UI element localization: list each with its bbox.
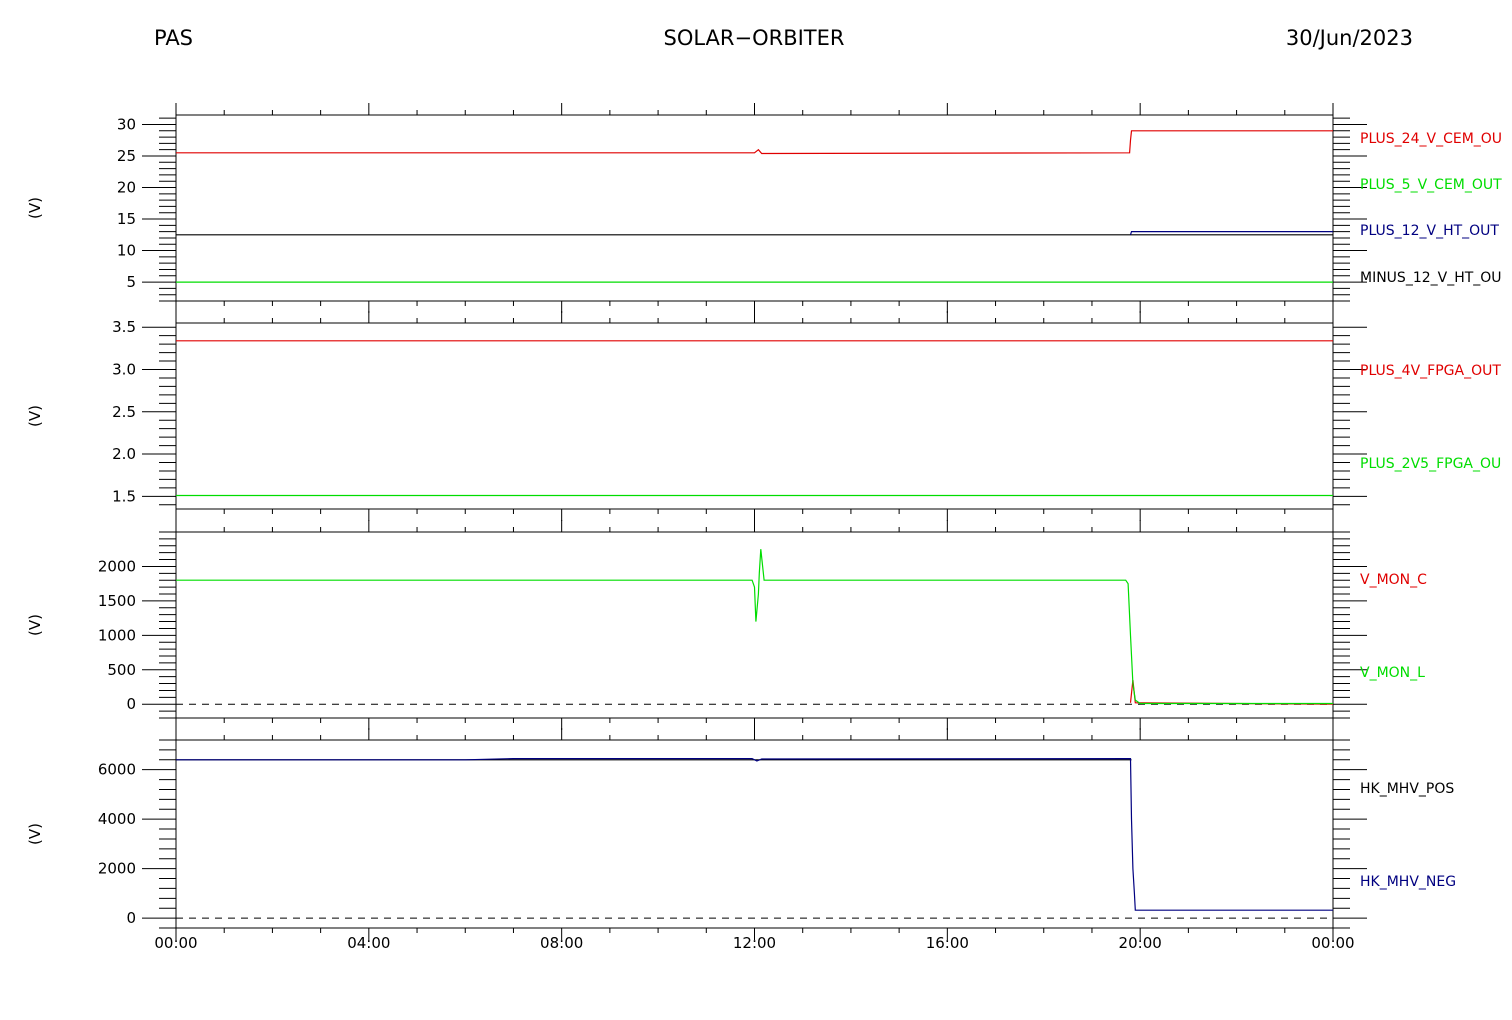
panel-3: 2000 1500 1000 500 0 (V) V_MON_C V_MON_L [26,520,1427,730]
y-tick-label: 1500 [98,592,136,610]
y-tick-label: 6000 [98,761,136,779]
legend-label: PLUS_2V5_FPGA_OU [1360,456,1501,472]
x-tick-label: 20:00 [1119,934,1162,952]
plot-frame [175,531,1334,719]
y-tick-label: 5 [126,273,136,291]
y-tick-label: 0 [126,909,136,927]
x-tick-label: 00:00 [1311,934,1354,952]
x-tick-label: 04:00 [347,934,390,952]
y-tick-label: 0 [126,695,136,713]
y-axis-label: (V) [26,197,44,219]
y-axis-label: (V) [26,614,44,636]
plot-frame [175,739,1334,929]
y-tick-label: 15 [117,210,136,228]
y-tick-label: 3.0 [112,361,136,379]
legend-label: V_MON_L [1360,665,1425,681]
panel-1: 30 25 20 15 10 5 (V) PLUS_24_V_CEM_OU PLUS_5_V_C… [26,103,1502,313]
series-v-mon-l [176,549,1333,705]
x-tick-label: 08:00 [540,934,583,952]
y-tick-label: 2.0 [112,445,136,463]
x-tick-label: 12:00 [733,934,776,952]
y-tick-label: 25 [117,147,136,165]
series-plus-24-v-cem-ou [176,130,1333,155]
y-tick-label: 2.5 [112,403,136,421]
legend-label: PLUS_24_V_CEM_OU [1360,131,1502,147]
plot-frame [175,322,1334,510]
header-instrument: PAS [154,26,193,50]
y-axis-label: (V) [26,823,44,845]
y-tick-label: 10 [117,242,136,260]
header-date: 30/Jun/2023 [1286,26,1413,50]
solar-orbiter-pas-plot: PAS SOLAR−ORBITER 30/Jun/2023 30 25 20 15 10… [26,26,1502,952]
y-tick-label: 4000 [98,810,136,828]
y-tick-label: 30 [117,115,136,133]
legend-label: PLUS_12_V_HT_OUT [1360,223,1499,239]
y-tick-label: 1.5 [112,487,136,505]
series-v-mon-c [1129,680,1334,705]
plot-frame [175,114,1334,302]
y-axis-label: (V) [26,405,44,427]
header-mission: SOLAR−ORBITER [663,26,844,50]
x-tick-label: 00:00 [154,934,197,952]
panels: 30 25 20 15 10 5 (V) PLUS_24_V_CEM_OU PLUS_5_V_C… [26,103,1502,952]
legend-label: PLUS_4V_FPGA_OUT [1360,363,1501,379]
legend-label: PLUS_5_V_CEM_OUT [1360,177,1502,193]
y-tick-label: 20 [117,179,136,197]
panel-2: 3.5 3.0 2.5 2.0 1.5 (V) PLUS_4V_FPGA_OUT PLUS_2… [26,311,1501,521]
y-tick-label: 2000 [98,860,136,878]
series-hk-mhv-neg [176,757,1333,911]
y-tick-label: 2000 [98,557,136,575]
x-tick-label: 16:00 [926,934,969,952]
y-tick-label: 1000 [98,626,136,644]
legend-label: HK_MHV_NEG [1360,874,1456,890]
legend-label: V_MON_C [1360,572,1427,588]
panel-4: 6000 4000 2000 0 (V) HK_MHV_POS HK_MHV_NEG 00:0… [26,728,1456,952]
legend-label: HK_MHV_POS [1360,781,1454,797]
y-tick-label: 500 [107,661,136,679]
legend-label: MINUS_12_V_HT_OU [1360,270,1502,286]
y-tick-label: 3.5 [112,318,136,336]
